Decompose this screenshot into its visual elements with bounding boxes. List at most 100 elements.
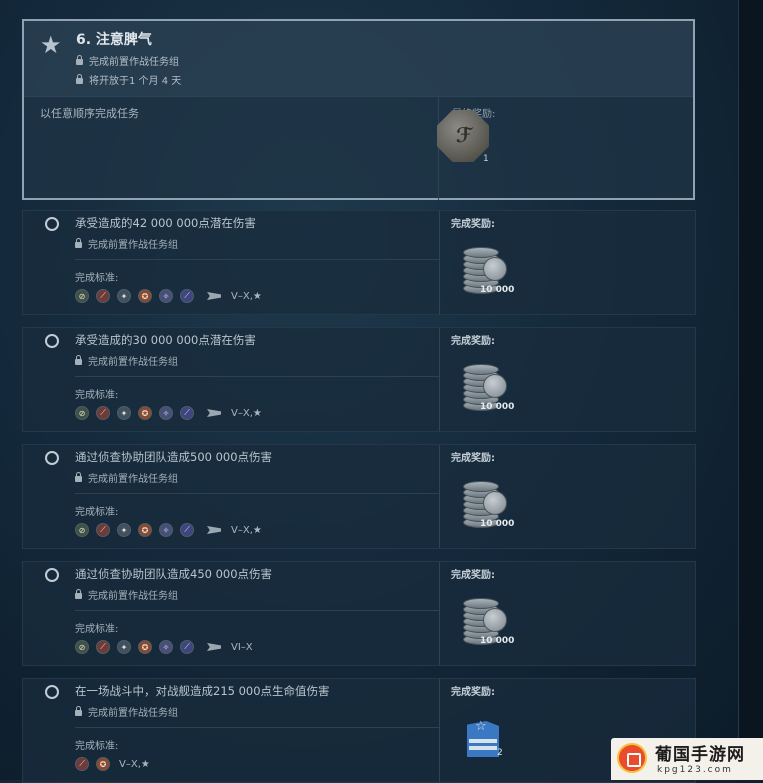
ship-type-icon	[207, 292, 221, 300]
destroyer-class-icon[interactable]: ⟋	[96, 523, 110, 537]
task-status-circle-icon	[45, 217, 59, 231]
tier-range: V–X,★	[231, 290, 262, 302]
aircraft-carrier-class-icon[interactable]: ⟋	[180, 640, 194, 654]
criteria-label: 完成标准:	[75, 624, 119, 635]
task-title: 承受造成的42 000 000点潜在伤害	[75, 216, 256, 230]
order-note: 以任意顺序完成任务	[40, 107, 139, 120]
reward-amount: 10 000	[480, 519, 515, 529]
task-lock-note: 完成前置作战任务组	[75, 587, 178, 602]
battleship-class-icon[interactable]: ✪	[138, 406, 152, 420]
carrier-class-icon[interactable]: ✧	[159, 406, 173, 420]
task-lock-note: 完成前置作战任务组	[75, 236, 178, 251]
battleship-class-icon[interactable]: ✪	[138, 640, 152, 654]
mission-title: 6. 注意脾气	[76, 32, 152, 48]
battleship-class-icon[interactable]: ✪	[138, 523, 152, 537]
divider	[75, 376, 439, 377]
ship-class-icons: ⊘ ⟋ ✦ ✪ ✧ ⟋ VI–X	[75, 639, 253, 655]
battleship-class-icon[interactable]: ✪	[138, 289, 152, 303]
lock-icon	[76, 74, 83, 84]
task-title: 在一场战斗中，对战舰造成215 000点生命值伤害	[75, 684, 330, 698]
mission-header-top: ★ 6. 注意脾气 完成前置作战任务组 将开放于1 个月 4 天	[24, 21, 693, 97]
divider	[439, 328, 440, 431]
cruiser-class-icon[interactable]: ✦	[117, 640, 131, 654]
task-card[interactable]: 通过侦查协助团队造成500 000点伤害 完成前置作战任务组 完成标准: ⊘ ⟋…	[22, 444, 696, 549]
cruiser-class-icon[interactable]: ✦	[117, 289, 131, 303]
submarine-class-icon[interactable]: ⊘	[75, 523, 89, 537]
divider	[75, 727, 439, 728]
signal-flag-icon[interactable]: ☆	[465, 717, 501, 757]
cruiser-class-icon[interactable]: ✦	[117, 523, 131, 537]
task-lock-note: 完成前置作战任务组	[75, 353, 178, 368]
divider	[438, 97, 439, 200]
tier-range: V–X,★	[119, 758, 150, 770]
task-card[interactable]: 承受造成的42 000 000点潜在伤害 完成前置作战任务组 完成标准: ⊘ ⟋…	[22, 210, 696, 315]
mission-header-card: ★ 6. 注意脾气 完成前置作战任务组 将开放于1 个月 4 天 以任意顺序完成…	[22, 19, 695, 200]
task-status-circle-icon	[45, 451, 59, 465]
destroyer-class-icon[interactable]: ⟋	[96, 289, 110, 303]
destroyer-class-icon[interactable]: ⟋	[96, 640, 110, 654]
reward-label: 完成奖励:	[451, 336, 495, 347]
divider	[75, 259, 439, 260]
carrier-class-icon[interactable]: ✧	[159, 523, 173, 537]
task-status-circle-icon	[45, 685, 59, 699]
site-logo-icon	[617, 743, 647, 773]
task-card[interactable]: 承受造成的30 000 000点潜在伤害 完成前置作战任务组 完成标准: ⊘ ⟋…	[22, 327, 696, 432]
lock-icon	[75, 472, 82, 482]
ship-type-icon	[207, 526, 221, 534]
destroyer-class-icon[interactable]: ⟋	[96, 406, 110, 420]
lock-icon	[75, 355, 82, 365]
reward-amount: 10 000	[480, 285, 515, 295]
divider	[439, 445, 440, 548]
divider	[439, 211, 440, 314]
reward-amount: 2	[497, 748, 503, 758]
carrier-class-icon[interactable]: ✧	[159, 640, 173, 654]
reward-amount: 10 000	[480, 636, 515, 646]
prerequisite-text: 完成前置作战任务组	[89, 57, 179, 68]
task-status-circle-icon	[45, 334, 59, 348]
reward-label: 完成奖励:	[451, 453, 495, 464]
opens-in-note: 将开放于1 个月 4 天	[76, 72, 181, 87]
ship-class-icons: ⟋ ✪ V–X,★	[75, 756, 150, 772]
task-lock-note: 完成前置作战任务组	[75, 470, 178, 485]
star-icon: ★	[40, 31, 62, 59]
site-watermark: 葡国手游网 kpg123.com	[611, 738, 763, 780]
task-title: 承受造成的30 000 000点潜在伤害	[75, 333, 256, 347]
submarine-class-icon[interactable]: ⊘	[75, 640, 89, 654]
task-lock-text: 完成前置作战任务组	[88, 708, 178, 719]
task-lock-text: 完成前置作战任务组	[88, 591, 178, 602]
tier-range: V–X,★	[231, 407, 262, 419]
divider	[439, 679, 440, 782]
battleship-class-icon[interactable]: ✪	[96, 757, 110, 771]
carrier-class-icon[interactable]: ✧	[159, 289, 173, 303]
task-card[interactable]: 在一场战斗中，对战舰造成215 000点生命值伤害 完成前置作战任务组 完成标准…	[22, 678, 696, 783]
tier-range: VI–X	[231, 641, 253, 653]
task-title: 通过侦查协助团队造成450 000点伤害	[75, 567, 273, 581]
ship-class-icons: ⊘ ⟋ ✦ ✪ ✧ ⟋ V–X,★	[75, 405, 262, 421]
ship-type-icon	[207, 643, 221, 651]
watermark-url: kpg123.com	[657, 765, 733, 775]
destroyer-class-icon[interactable]: ⟋	[75, 757, 89, 771]
aircraft-carrier-class-icon[interactable]: ⟋	[180, 289, 194, 303]
lock-icon	[75, 589, 82, 599]
task-lock-text: 完成前置作战任务组	[88, 240, 178, 251]
watermark-name: 葡国手游网	[655, 745, 745, 765]
scrollbar-track[interactable]	[738, 0, 763, 780]
reward-label: 完成奖励:	[451, 687, 495, 698]
final-reward-count: 1	[483, 154, 489, 164]
task-lock-text: 完成前置作战任务组	[88, 474, 178, 485]
criteria-label: 完成标准:	[75, 507, 119, 518]
lock-icon	[75, 238, 82, 248]
ship-class-icons: ⊘ ⟋ ✦ ✪ ✧ ⟋ V–X,★	[75, 522, 262, 538]
lock-icon	[75, 706, 82, 716]
divider	[439, 562, 440, 665]
reward-amount: 10 000	[480, 402, 515, 412]
aircraft-carrier-class-icon[interactable]: ⟋	[180, 406, 194, 420]
cruiser-class-icon[interactable]: ✦	[117, 406, 131, 420]
reward-label: 完成奖励:	[451, 570, 495, 581]
aircraft-carrier-class-icon[interactable]: ⟋	[180, 523, 194, 537]
criteria-label: 完成标准:	[75, 741, 119, 752]
divider	[75, 610, 439, 611]
submarine-class-icon[interactable]: ⊘	[75, 289, 89, 303]
submarine-class-icon[interactable]: ⊘	[75, 406, 89, 420]
task-card[interactable]: 通过侦查协助团队造成450 000点伤害 完成前置作战任务组 完成标准: ⊘ ⟋…	[22, 561, 696, 666]
